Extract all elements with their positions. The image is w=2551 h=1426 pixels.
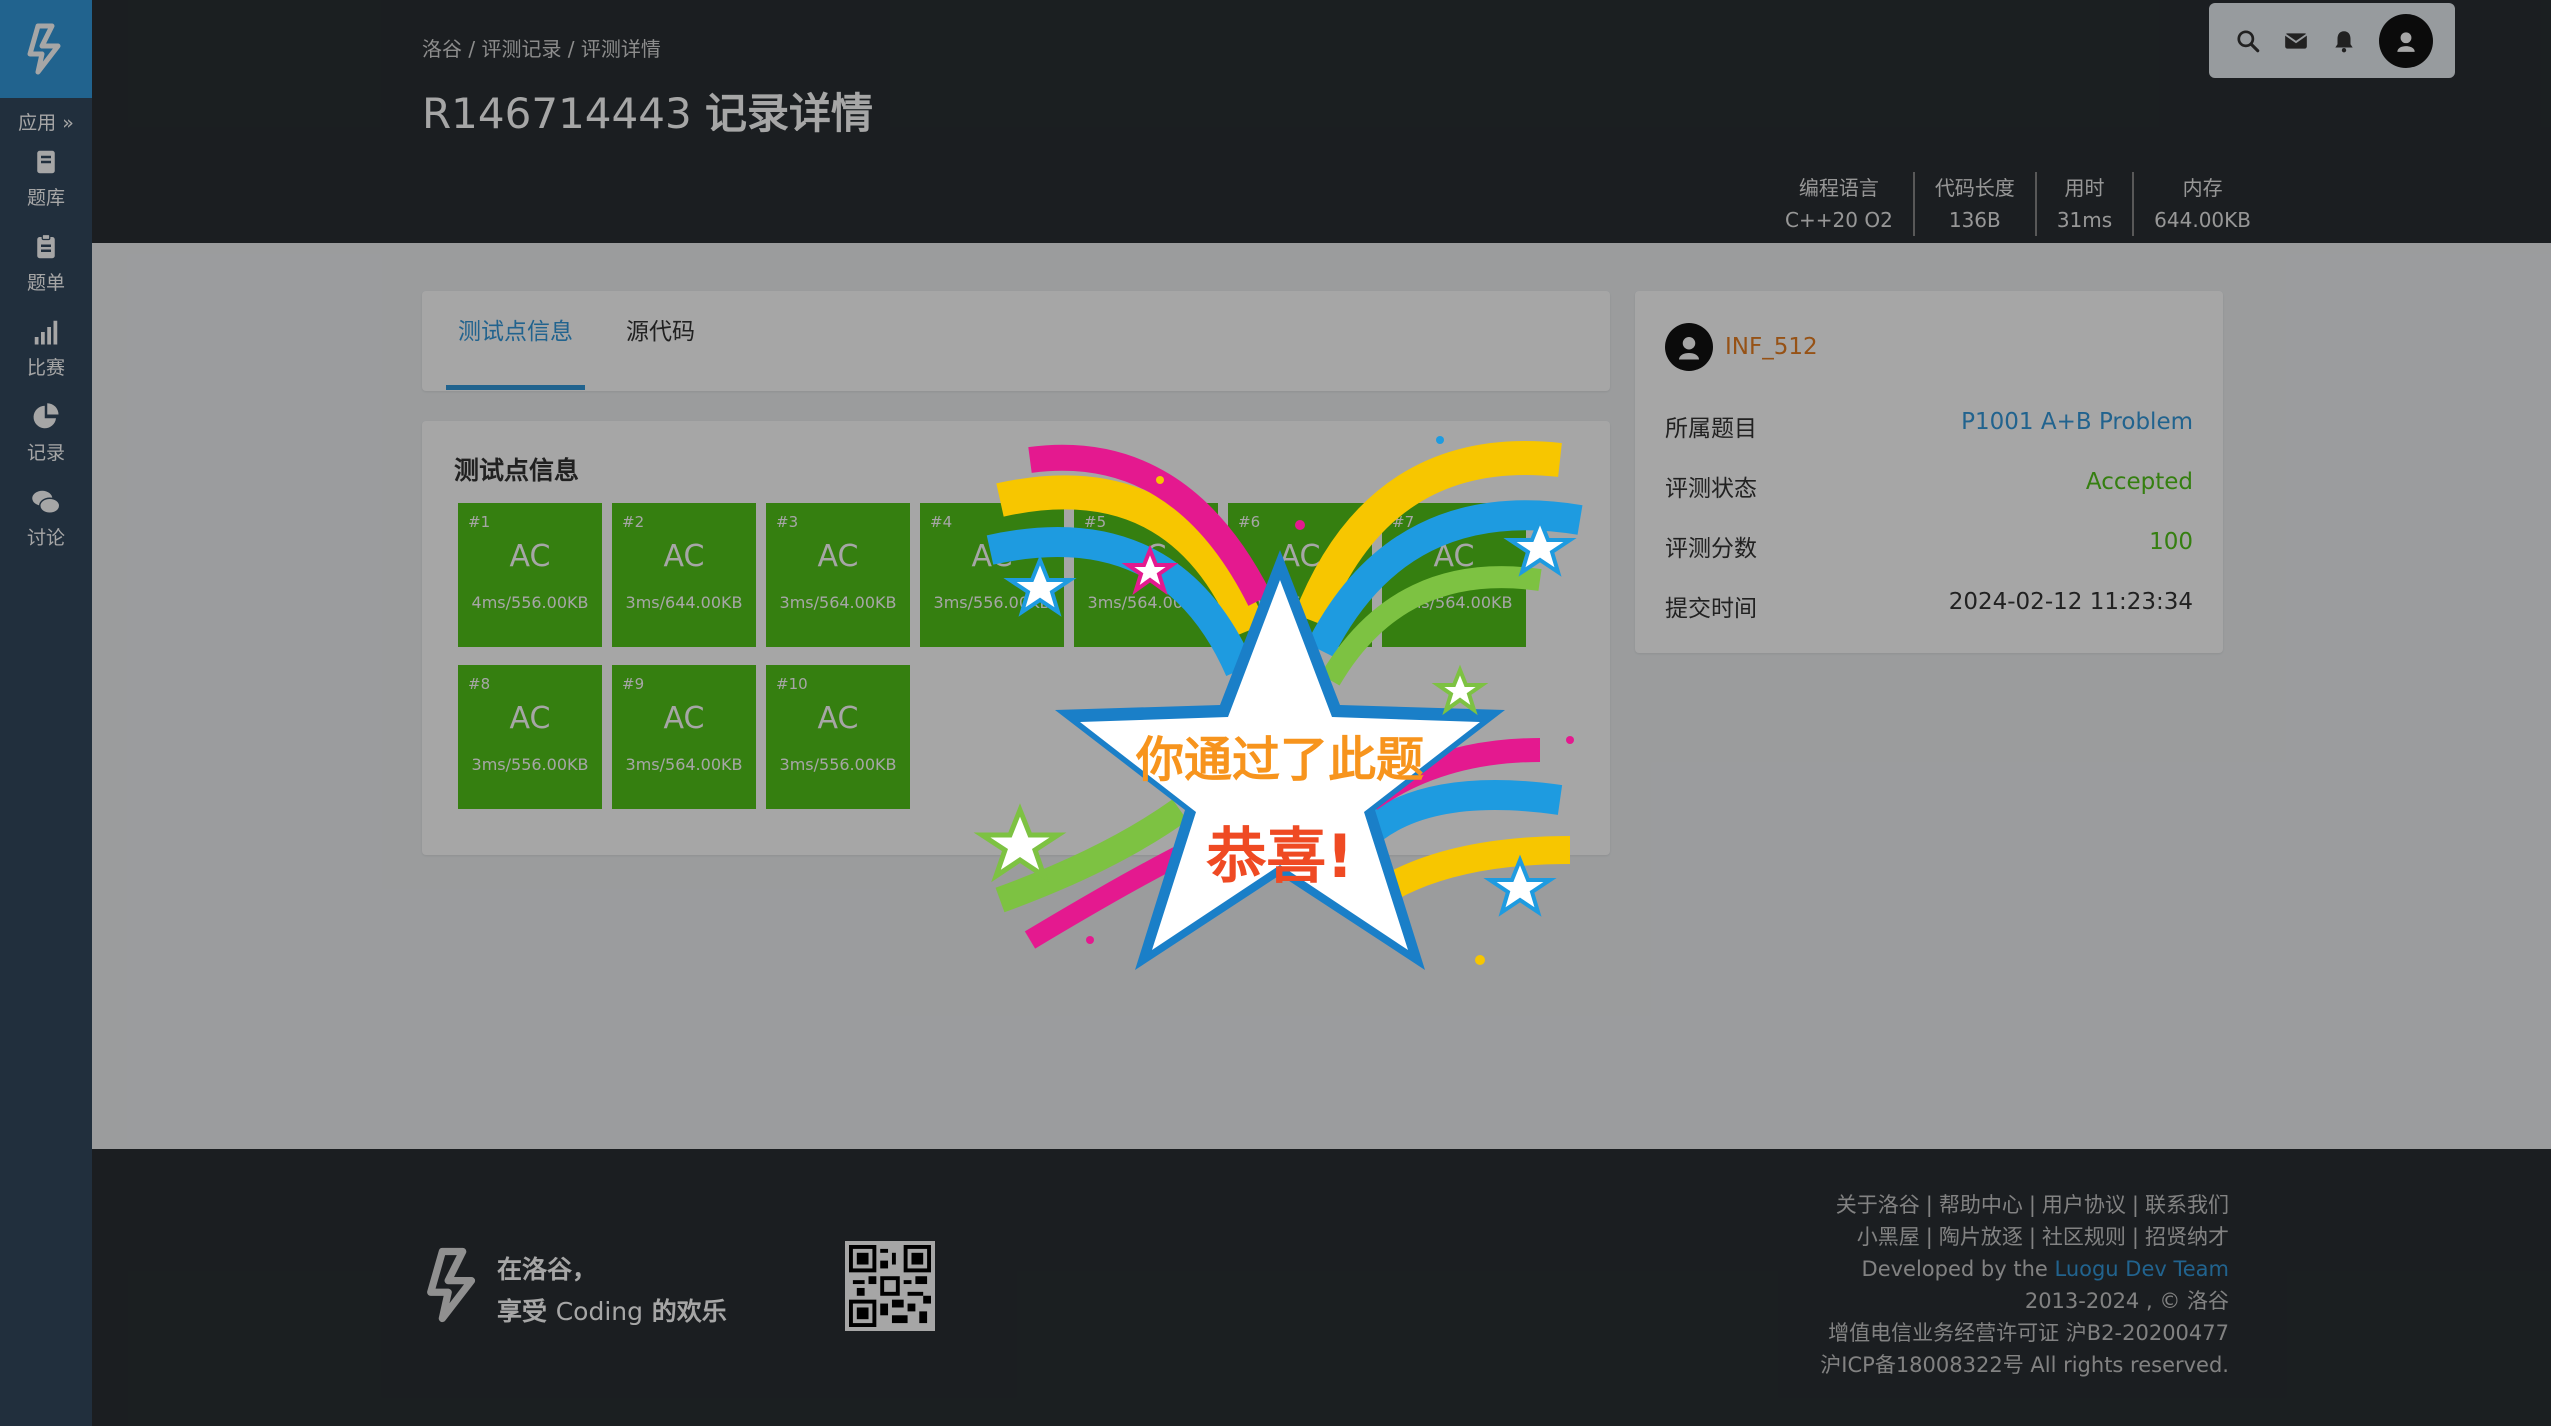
celebration-congrats: 恭喜! (1206, 822, 1354, 892)
celebration-message: 你通过了此题 (1135, 732, 1424, 788)
celebration-star-graphic (973, 436, 1583, 970)
celebration-popup[interactable]: 你通过了此题 恭喜! (920, 380, 1640, 1040)
